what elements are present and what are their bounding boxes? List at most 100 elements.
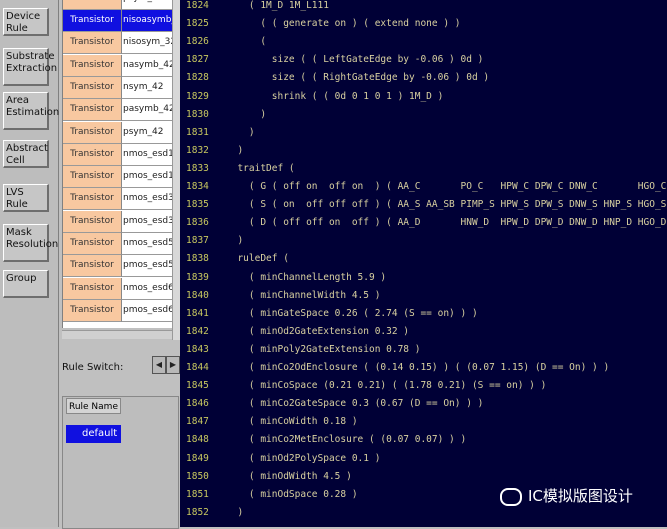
code-text: ( minCo2MetEnclosure ( (0.07 0.07) ) ) (226, 434, 467, 446)
code-text: ( minCoSpace (0.21 0.21) ( (1.78 0.21) (… (226, 380, 547, 392)
code-text: ( (226, 36, 267, 48)
code-text: ( S ( on off off off ) ( AA_S AA_SB PIMP… (248, 199, 667, 211)
device-type-cell (63, 0, 122, 10)
line-number: 1828 (186, 72, 209, 84)
device-name-cell: nisoasymb_32 (122, 10, 173, 32)
nav-button-mask-resolution[interactable]: Mask Resolution (3, 224, 58, 262)
line-number: 1848 (186, 434, 209, 446)
device-type-cell: Transistor (63, 76, 122, 99)
rule-name-header: Rule Name (66, 398, 121, 414)
table-row[interactable]: Transistor psym_42 (63, 121, 173, 144)
table-row[interactable]: Transistornmos_esd5v (63, 233, 173, 255)
line-number: 1835 (186, 199, 209, 211)
table-row[interactable]: Transistorpmos_esd1p8v (63, 166, 173, 189)
line-number: 1842 (186, 325, 209, 337)
table-row[interactable]: Transistor nisosym_32 (63, 32, 173, 55)
table-row[interactable]: Transistornmos_esd6v (63, 277, 173, 300)
table-row[interactable]: Transistorpmos_esd5v (63, 255, 173, 278)
rule-switch-next-button[interactable]: ▶ (166, 356, 180, 374)
device-type-cell: Transistor (63, 299, 122, 322)
code-text: ) (226, 506, 244, 518)
code-text: ( minOd2GateExtension 0.32 ) (226, 325, 410, 337)
line-number: 1837 (186, 235, 209, 247)
table-row[interactable]: Transistorpmos_esd6v (63, 299, 173, 322)
table-row[interactable]: Transistor nsym_42 (63, 76, 173, 99)
device-name-cell: pmos_esd6v (122, 299, 173, 322)
code-text: shrink ( ( 0d 0 1 0 1 ) 1M_D ) (226, 90, 444, 102)
line-number: 1827 (186, 54, 209, 66)
device-type-cell: Transistor (63, 99, 122, 122)
line-number: 1838 (186, 253, 209, 265)
device-name-cell: pmos_esd5v (122, 255, 173, 278)
code-text: ( minCo2OdEnclosure ( (0.14 0.15) ) ( (0… (226, 362, 610, 373)
code-text: size ( ( RightGateEdge by -0.06 ) 0d ) (226, 72, 490, 84)
line-number: 1826 (186, 36, 209, 48)
table-horizontal-scrollbar[interactable] (62, 330, 172, 339)
watermark-text: IC模拟版图设计 (528, 487, 633, 505)
device-name-cell: pmos_esd1p8v (122, 166, 173, 189)
line-number: 1825 (186, 18, 209, 30)
table-row[interactable]: Transistor nasymb_42 (63, 54, 173, 77)
nav-button-area-estimation[interactable]: Area Estimation (3, 92, 59, 130)
line-number: 1833 (186, 162, 209, 174)
line-number: 1841 (186, 307, 209, 319)
line-number: 1831 (186, 126, 209, 138)
device-type-cell: Transistor (63, 233, 122, 255)
line-number: 1824 (186, 0, 209, 11)
code-text: ( minOdSpace 0.28 ) (226, 488, 358, 500)
table-row[interactable]: Transistornmos_esd3p3v (63, 188, 173, 211)
code-text: ( minOdWidth 4.5 ) (226, 470, 352, 482)
line-number: 1845 (186, 380, 209, 392)
line-number: 1836 (186, 217, 209, 229)
nav-button-abstract-cell[interactable]: Abstract Cell (3, 140, 49, 168)
code-text: ( 1M_D 1M_L111 (226, 0, 329, 11)
code-text: ruleDef ( (226, 253, 289, 265)
device-name-cell: nasymb_42 (122, 54, 173, 77)
nav-button-group[interactable]: Group (3, 270, 49, 298)
device-name-cell: pasymb_42 (122, 99, 173, 122)
table-vertical-scrollbar[interactable] (172, 0, 180, 340)
rule-switch-prev-button[interactable]: ◀ (152, 356, 166, 374)
watermark: IC模拟版图设计 (500, 484, 660, 508)
line-number: 1830 (186, 108, 209, 120)
rule-item-default[interactable]: default (66, 425, 121, 443)
table-row[interactable]: Transistornisoasymb_32 (63, 10, 173, 32)
line-number: 1844 (186, 362, 209, 373)
device-type-cell: Transistor (63, 54, 122, 77)
rule-code-editor[interactable]: 1824 ( 1M_D 1M_L111 1825 ( ( generate on … (180, 0, 667, 527)
code-text: ( minChannelWidth 4.5 ) (226, 289, 381, 301)
line-number: 1851 (186, 488, 209, 500)
line-number: 1847 (186, 416, 209, 428)
device-name-cell: psym_42 (122, 121, 173, 144)
code-text: ( minChannelLength 5.9 ) (226, 271, 387, 283)
table-row[interactable]: psym_32 (63, 0, 173, 10)
line-number: 1852 (186, 506, 209, 518)
device-type-cell: Transistor (63, 32, 122, 55)
device-type-cell: Transistor (63, 255, 122, 278)
code-text: ( ( generate on ) ( extend none ) ) (226, 18, 461, 30)
code-text: ( minPoly2GateExtension 0.78 ) (226, 343, 421, 355)
rule-name-list (62, 396, 179, 529)
code-text: ( D ( off off on off ) ( AA_D HNW_D HPW_… (248, 217, 667, 229)
line-number: 1834 (186, 181, 209, 192)
line-number: 1839 (186, 271, 209, 283)
code-text: ) (226, 108, 267, 120)
nav-button-substrate-extraction[interactable]: Substrate Extraction (3, 48, 57, 86)
table-row[interactable]: Transistornmos_esd1p8v (63, 143, 173, 166)
device-type-cell: Transistor (63, 210, 122, 233)
device-name-cell: nmos_esd3p3v (122, 188, 173, 211)
code-text: ) (226, 235, 244, 247)
device-name-cell: nmos_esd1p8v (122, 143, 173, 166)
table-row[interactable]: Transistor pasymb_42 (63, 99, 173, 122)
nav-button-lvs-rule[interactable]: LVS Rule (3, 184, 49, 212)
code-text: ( minCo2GateSpace 0.3 (0.67 (D == On) ) … (226, 398, 484, 410)
code-text: ) (226, 126, 255, 138)
code-text: ( minGateSpace 0.26 ( 2.74 (S == on) ) ) (226, 307, 478, 319)
code-text: ( minOd2PolySpace 0.1 ) (226, 452, 381, 464)
line-number: 1840 (186, 289, 209, 301)
nav-button-device-rule[interactable]: Device Rule (3, 8, 49, 36)
device-name-cell: psym_32 (122, 0, 173, 10)
device-type-cell: Transistor (63, 143, 122, 166)
code-text: size ( ( LeftGateEdge by -0.06 ) 0d ) (226, 54, 484, 66)
table-row[interactable]: Transistorpmos_esd3p3v (63, 210, 173, 233)
